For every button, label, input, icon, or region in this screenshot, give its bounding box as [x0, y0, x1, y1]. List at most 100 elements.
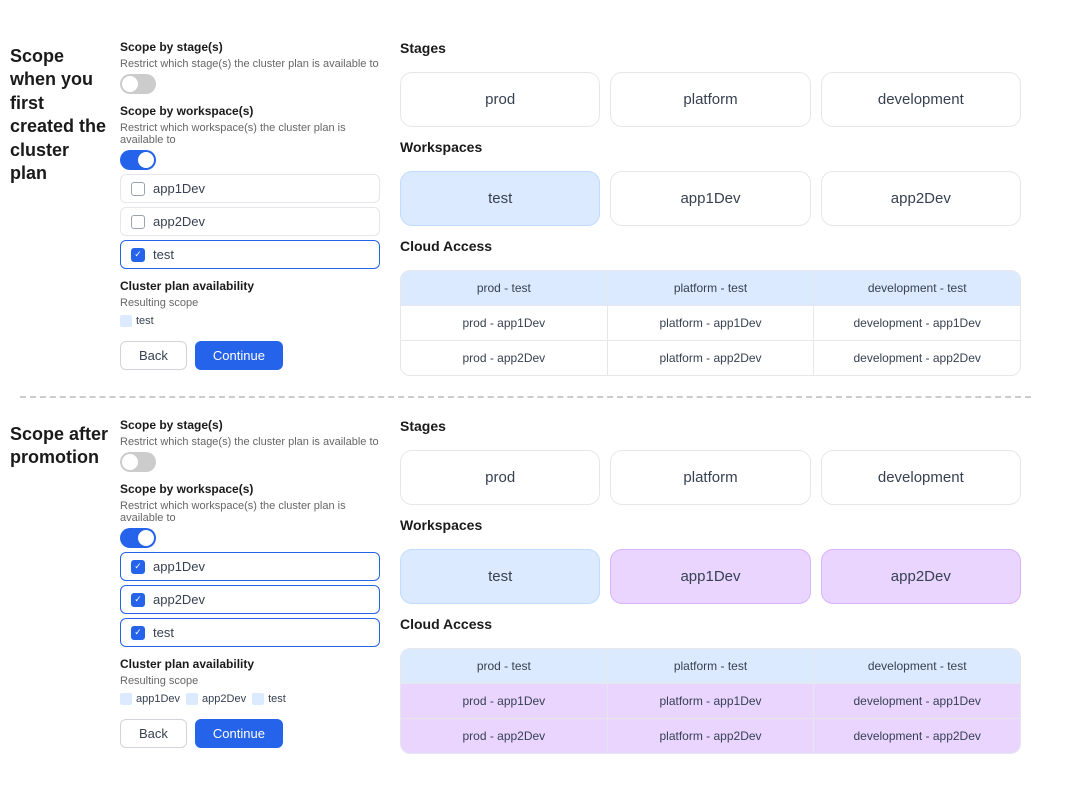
checkbox-box — [131, 248, 145, 262]
back-button[interactable]: Back — [120, 719, 187, 748]
scope-stage-desc: Restrict which stage(s) the cluster plan… — [120, 58, 380, 70]
workspace-label: app1Dev — [153, 181, 205, 196]
left-panel: Scope when you first created the cluster… — [0, 40, 380, 376]
cloud-cell-2-2: development - app2Dev — [814, 341, 1020, 375]
stage-card-2: development — [821, 72, 1021, 127]
cloud-cell-2-0: prod - app2Dev — [401, 341, 608, 375]
cloud-cell-0-2: development - test — [814, 271, 1020, 306]
cloud-row-0: prod - testplatform - testdevelopment - … — [401, 649, 1020, 684]
cloud-cell-0-0: prod - test — [401, 271, 608, 306]
section-label: Scope after promotion — [10, 418, 120, 470]
cloud-cell-1-1: platform - app1Dev — [608, 306, 815, 341]
scope-stage-title: Scope by stage(s) — [120, 40, 380, 54]
scope-tag-0: app1Dev — [120, 693, 180, 705]
scope-workspace-desc: Restrict which workspace(s) the cluster … — [120, 122, 380, 146]
availability-title: Cluster plan availability — [120, 279, 380, 293]
workspace-card-2: app2Dev — [821, 171, 1021, 226]
cloud-cell-0-2: development - test — [814, 649, 1020, 684]
stage-card-0: prod — [400, 450, 600, 505]
workspaces-label: Workspaces — [400, 139, 1021, 155]
cloud-row-1: prod - app1Devplatform - app1Devdevelopm… — [401, 306, 1020, 341]
scope-workspace-toggle[interactable] — [120, 150, 156, 170]
scope-tag-2: test — [252, 693, 286, 705]
cloud-cell-0-0: prod - test — [401, 649, 608, 684]
stage-card-1: platform — [610, 450, 810, 505]
cloud-row-0: prod - testplatform - testdevelopment - … — [401, 271, 1020, 306]
workspace-checkbox-1[interactable]: app2Dev — [120, 207, 380, 236]
scope-tag-0: test — [120, 315, 154, 327]
continue-button[interactable]: Continue — [195, 341, 283, 370]
left-panel: Scope after promotionScope by stage(s)Re… — [0, 418, 380, 754]
stages-label: Stages — [400, 40, 1021, 56]
cloud-row-2: prod - app2Devplatform - app2Devdevelopm… — [401, 341, 1020, 375]
scope-workspace-desc: Restrict which workspace(s) the cluster … — [120, 500, 380, 524]
workspaces-row: testapp1Devapp2Dev — [400, 171, 1021, 226]
cloud-cell-2-1: platform - app2Dev — [608, 719, 815, 753]
checkbox-box — [131, 215, 145, 229]
scope-tags: app1Dev app2Dev test — [120, 693, 380, 705]
cloud-cell-0-1: platform - test — [608, 271, 815, 306]
cloud-access-label: Cloud Access — [400, 238, 1021, 254]
cloud-access-grid: prod - testplatform - testdevelopment - … — [400, 648, 1021, 754]
tag-icon — [120, 693, 132, 705]
scope-stage-desc: Restrict which stage(s) the cluster plan… — [120, 436, 380, 448]
availability-desc: Resulting scope — [120, 675, 380, 687]
checkbox-box — [131, 182, 145, 196]
cloud-cell-1-2: development - app1Dev — [814, 684, 1020, 719]
workspace-card-1: app1Dev — [610, 549, 810, 604]
scope-stage-toggle[interactable] — [120, 74, 156, 94]
workspace-card-2: app2Dev — [821, 549, 1021, 604]
workspaces-row: testapp1Devapp2Dev — [400, 549, 1021, 604]
cloud-row-1: prod - app1Devplatform - app1Devdevelopm… — [401, 684, 1020, 719]
workspace-checkbox-1[interactable]: app2Dev — [120, 585, 380, 614]
cloud-cell-1-2: development - app1Dev — [814, 306, 1020, 341]
section-label: Scope when you first created the cluster… — [10, 40, 120, 185]
stages-row: prodplatformdevelopment — [400, 72, 1021, 127]
checkbox-box — [131, 560, 145, 574]
workspace-label: test — [153, 247, 174, 262]
section-0: Scope when you first created the cluster… — [0, 20, 1051, 396]
button-row: Back Continue — [120, 341, 380, 370]
cloud-cell-1-0: prod - app1Dev — [401, 306, 608, 341]
workspace-label: app1Dev — [153, 559, 205, 574]
cloud-access-label: Cloud Access — [400, 616, 1021, 632]
availability-desc: Resulting scope — [120, 297, 380, 309]
tag-icon — [120, 315, 132, 327]
checkbox-box — [131, 626, 145, 640]
scope-workspace-title: Scope by workspace(s) — [120, 104, 380, 118]
workspace-checkbox-0[interactable]: app1Dev — [120, 552, 380, 581]
workspace-label: app2Dev — [153, 214, 205, 229]
scope-stage-toggle[interactable] — [120, 452, 156, 472]
cloud-cell-1-0: prod - app1Dev — [401, 684, 608, 719]
workspace-label: app2Dev — [153, 592, 205, 607]
scope-tag-1: app2Dev — [186, 693, 246, 705]
workspaces-label: Workspaces — [400, 517, 1021, 533]
scope-by-workspace: Scope by workspace(s)Restrict which work… — [120, 482, 380, 647]
continue-button[interactable]: Continue — [195, 719, 283, 748]
tag-icon — [186, 693, 198, 705]
workspace-checkbox-2[interactable]: test — [120, 240, 380, 269]
scope-by-stage: Scope by stage(s)Restrict which stage(s)… — [120, 418, 380, 472]
workspace-checkbox-2[interactable]: test — [120, 618, 380, 647]
cloud-cell-2-0: prod - app2Dev — [401, 719, 608, 753]
workspace-card-0: test — [400, 171, 600, 226]
right-panel: Stages prodplatformdevelopment Workspaces t… — [380, 40, 1051, 376]
workspace-card-1: app1Dev — [610, 171, 810, 226]
scope-workspace-toggle[interactable] — [120, 528, 156, 548]
stages-row: prodplatformdevelopment — [400, 450, 1021, 505]
form-area: Scope by stage(s)Restrict which stage(s)… — [120, 418, 380, 748]
checkbox-box — [131, 593, 145, 607]
right-panel: Stages prodplatformdevelopment Workspaces t… — [380, 418, 1051, 754]
workspace-label: test — [153, 625, 174, 640]
cloud-access-grid: prod - testplatform - testdevelopment - … — [400, 270, 1021, 376]
main-container: Scope when you first created the cluster… — [0, 0, 1071, 794]
cloud-cell-2-2: development - app2Dev — [814, 719, 1020, 753]
scope-tags: test — [120, 315, 380, 327]
availability-section: Cluster plan availabilityResulting scope… — [120, 657, 380, 705]
tag-label: app2Dev — [202, 693, 246, 705]
workspace-checkbox-0[interactable]: app1Dev — [120, 174, 380, 203]
stages-label: Stages — [400, 418, 1021, 434]
button-row: Back Continue — [120, 719, 380, 748]
scope-by-workspace: Scope by workspace(s) Restrict which work… — [120, 104, 380, 269]
back-button[interactable]: Back — [120, 341, 187, 370]
